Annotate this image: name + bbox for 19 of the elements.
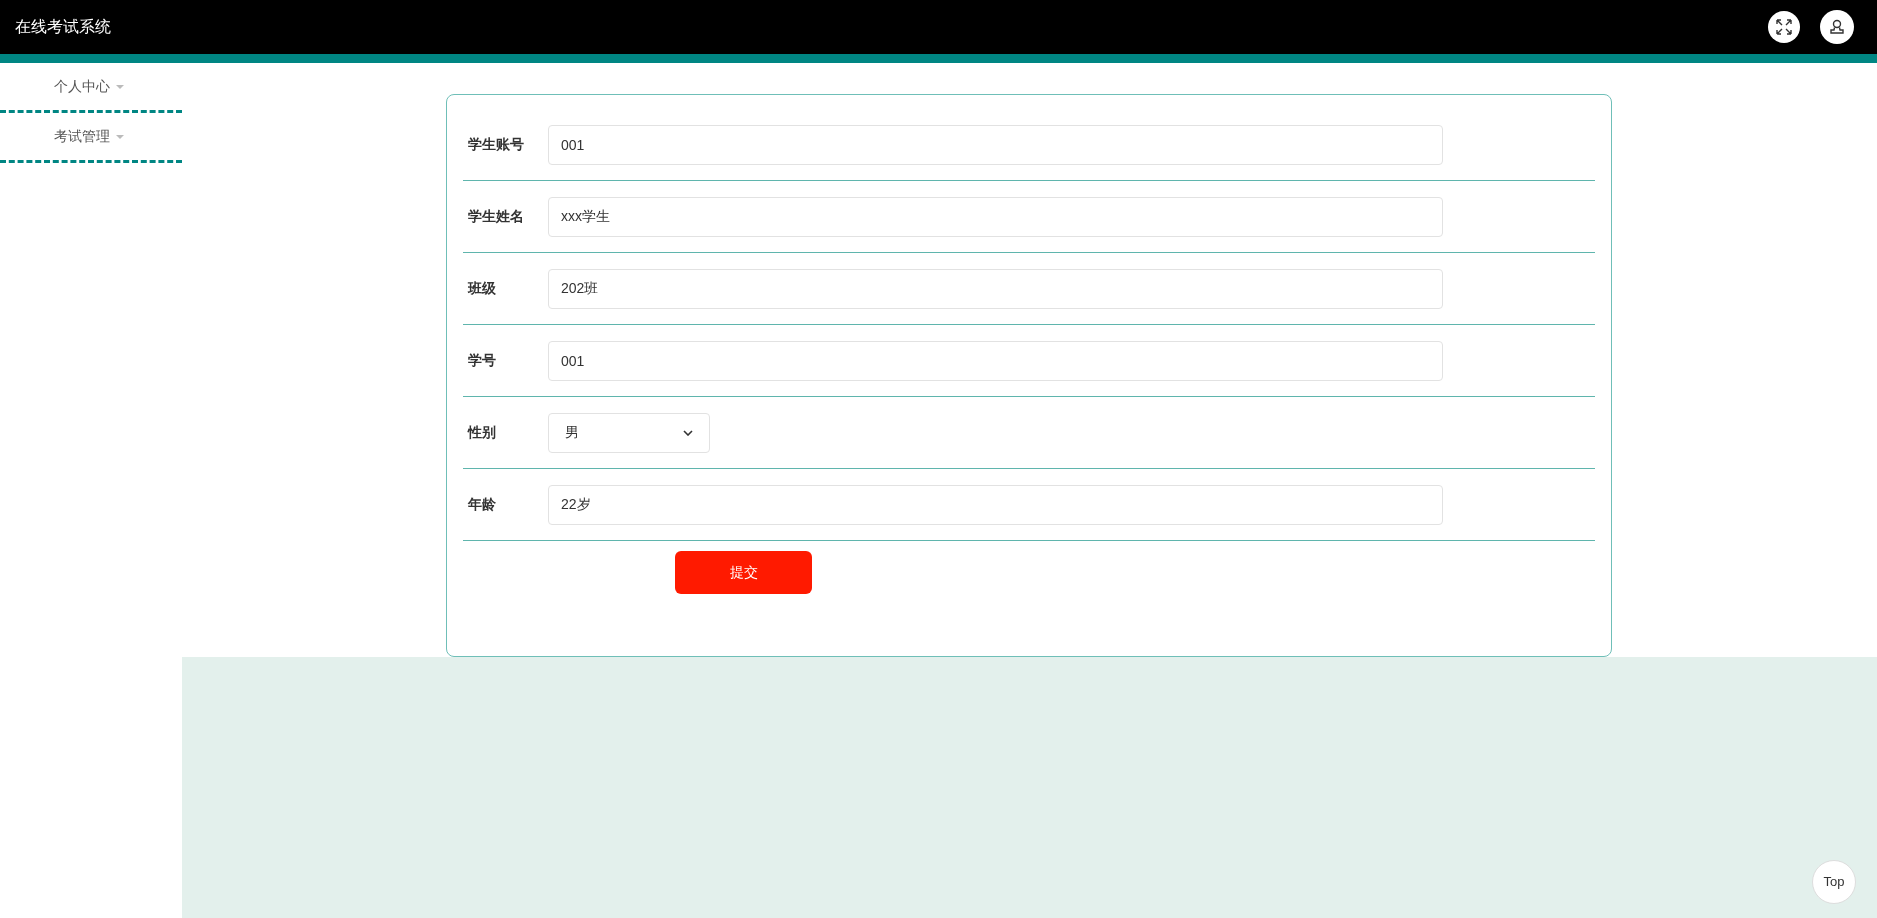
- field-label: 学生姓名: [468, 207, 525, 226]
- field-label: 年龄: [468, 495, 497, 514]
- input-field[interactable]: xxx学生: [548, 196, 1443, 237]
- field-label: 学生账号: [468, 135, 525, 154]
- field-label: 学号: [468, 351, 497, 370]
- app-title: 在线考试系统: [15, 17, 111, 37]
- sidebar-menu-item[interactable]: 考试管理: [54, 126, 124, 147]
- input-field[interactable]: 001: [548, 340, 1443, 381]
- input-field[interactable]: 001: [548, 124, 1443, 165]
- submit-button[interactable]: 提交: [675, 551, 812, 594]
- fullscreen-icon[interactable]: [1768, 11, 1800, 43]
- sidebar-menu-item[interactable]: 个人中心: [54, 76, 124, 97]
- select-field[interactable]: 男: [548, 412, 710, 453]
- field-label: 性别: [468, 423, 497, 442]
- input-field[interactable]: 22岁: [548, 484, 1443, 525]
- input-field[interactable]: 202班: [548, 268, 1443, 309]
- user-icon[interactable]: [1820, 10, 1854, 44]
- chevron-down-icon: [683, 429, 693, 436]
- field-label: 班级: [468, 279, 497, 298]
